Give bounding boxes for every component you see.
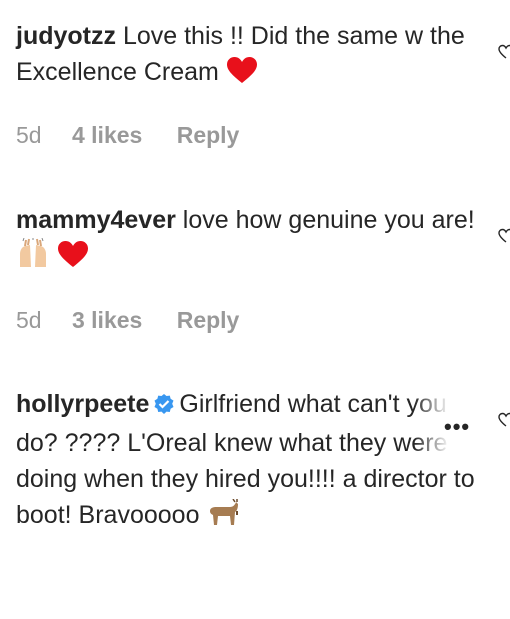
red-heart-emoji-icon <box>57 240 89 278</box>
heart-outline-icon[interactable] <box>498 44 510 60</box>
comment-username[interactable]: mammy4ever <box>16 206 176 234</box>
comment-meta: 5d 3 likes Reply <box>16 307 239 334</box>
heart-outline-icon[interactable] <box>498 412 510 428</box>
comment-body: judyotzz Love this !! Did the same w the… <box>16 18 486 94</box>
goat-emoji-icon <box>206 498 240 537</box>
comment-body: mammy4ever love how genuine you are! <box>16 202 486 278</box>
comment-item: mammy4ever love how genuine you are! <box>16 202 486 278</box>
heart-outline-icon[interactable] <box>498 228 510 244</box>
more-options-icon[interactable]: ••• <box>444 414 470 440</box>
comment-username[interactable]: hollyrpeete <box>16 390 149 418</box>
red-heart-emoji-icon <box>226 56 258 94</box>
comment-likes[interactable]: 4 likes <box>72 122 142 149</box>
comment-meta <box>16 592 29 619</box>
comment-meta: 5d 4 likes Reply <box>16 122 239 149</box>
comment-time: 5d <box>16 122 42 148</box>
reply-button[interactable]: Reply <box>177 307 240 334</box>
verified-badge-icon <box>153 389 175 425</box>
comment-text: love how genuine you are! <box>182 206 475 234</box>
reply-button[interactable]: Reply <box>177 122 240 149</box>
raising-hands-emoji-icon <box>16 237 50 278</box>
comment-item: judyotzz Love this !! Did the same w the… <box>16 18 486 94</box>
comment-likes[interactable]: 3 likes <box>72 307 142 334</box>
comment-time: 5d <box>16 307 42 333</box>
comment-username[interactable]: judyotzz <box>16 22 116 50</box>
